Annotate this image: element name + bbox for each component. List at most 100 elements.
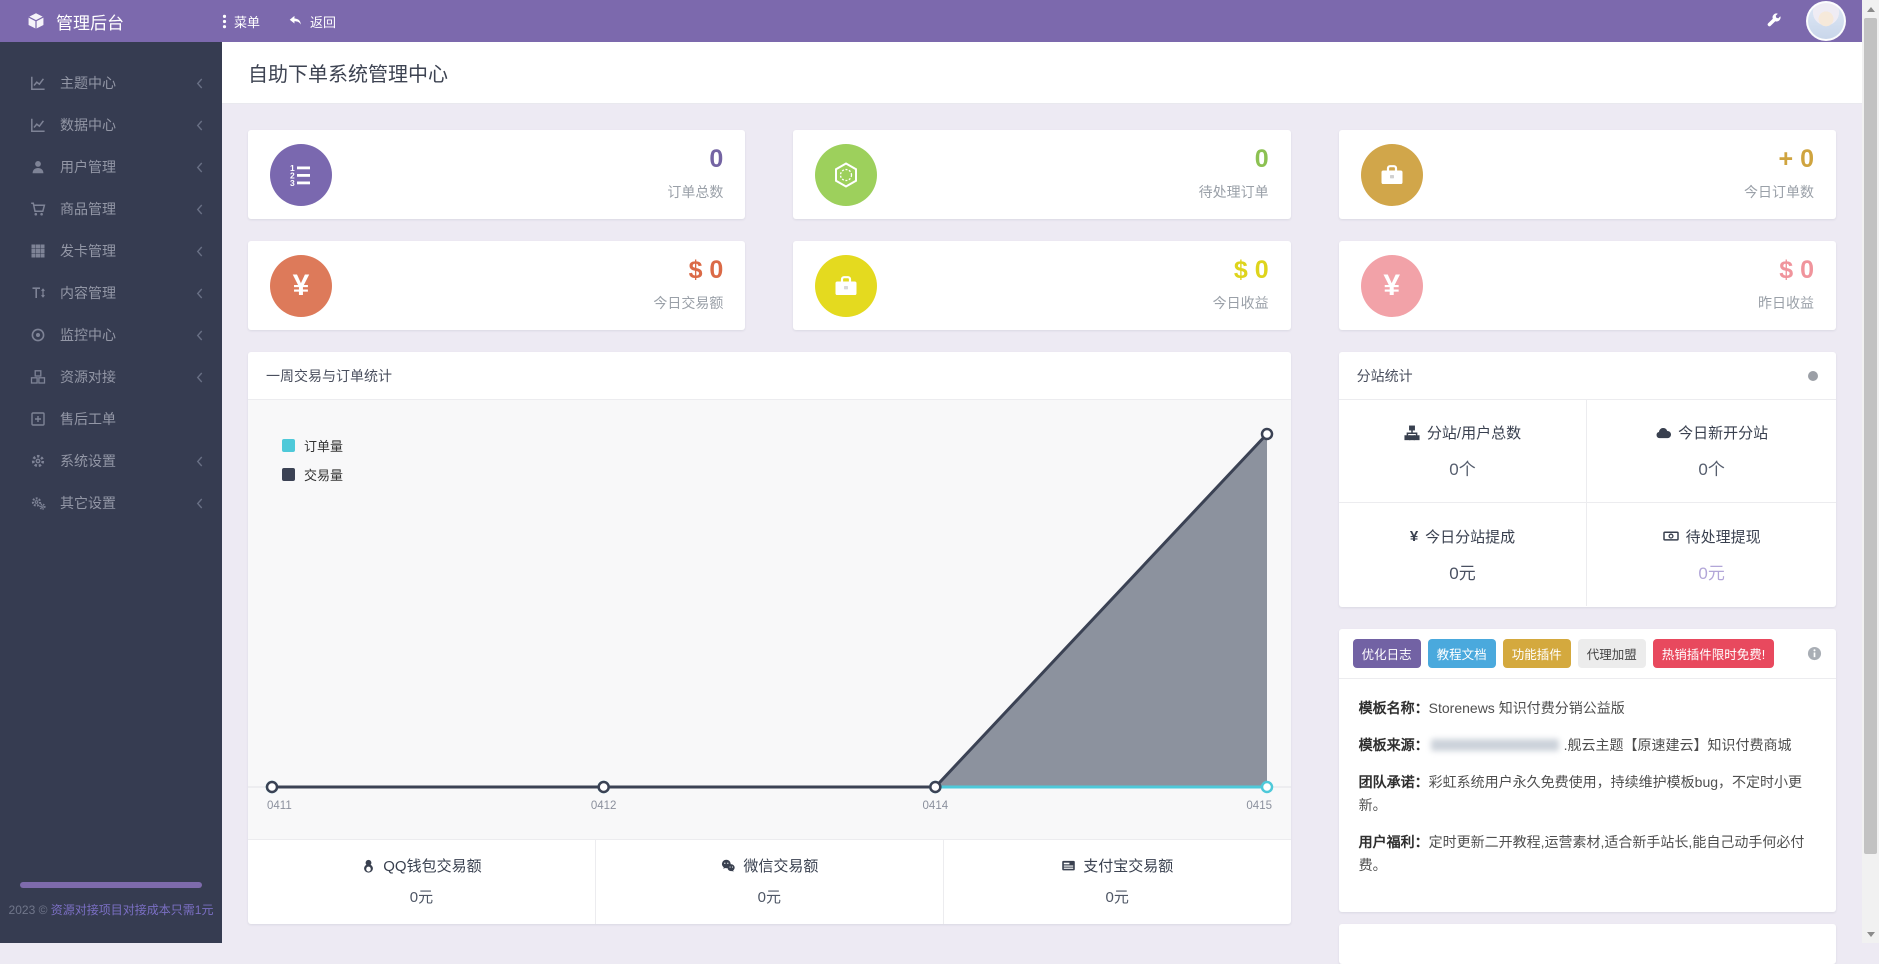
sidebar-item-aftersale-ticket[interactable]: 售后工单	[0, 398, 222, 440]
back-label: 返回	[310, 12, 336, 31]
stat-value: $ 0	[1758, 258, 1814, 283]
sidebar-item-label: 内容管理	[60, 283, 116, 303]
gear-icon	[30, 453, 47, 469]
sidebar-item-system-settings[interactable]: 系统设置	[0, 440, 222, 482]
line-chart-icon	[30, 117, 47, 133]
sidebar-item-product-management[interactable]: 商品管理	[0, 188, 222, 230]
main-content: 自助下单系统管理中心 123 0 订单总数 0 待处理订单	[222, 42, 1862, 943]
chart-card-header: 一周交易与订单统计	[248, 352, 1291, 400]
info-text: Storenews 知识付费分销公益版	[1429, 700, 1625, 716]
back-button[interactable]: 返回	[288, 12, 336, 31]
sidebar-item-card-management[interactable]: 发卡管理	[0, 230, 222, 272]
menu-toggle[interactable]: 菜单	[222, 12, 260, 31]
text-height-icon	[30, 285, 47, 301]
grid-icon	[30, 243, 47, 259]
reply-arrow-icon	[288, 14, 303, 28]
menu-label: 菜单	[234, 12, 260, 31]
legend-item-volume[interactable]: 交易量	[282, 465, 343, 484]
brand[interactable]: 管理后台	[0, 9, 222, 34]
app-title: 管理后台	[56, 9, 124, 34]
weekly-chart-card: 一周交易与订单统计 订单量 交易量 0411041204140415 QQ钱包交…	[248, 352, 1291, 924]
chevron-left-icon	[195, 245, 204, 258]
gears-icon	[30, 495, 47, 511]
stat-card-pending-orders: 0 待处理订单	[793, 130, 1290, 219]
chevron-left-icon	[195, 497, 204, 510]
sidebar-item-theme-center[interactable]: 主题中心	[0, 62, 222, 104]
sidebar-item-data-center[interactable]: 数据中心	[0, 104, 222, 146]
qq-wallet-cell: QQ钱包交易额 0元	[248, 840, 595, 924]
substation-cell-new-sites: 今日新开分站 0个	[1587, 400, 1836, 503]
page-title-bar: 自助下单系统管理中心	[222, 42, 1862, 104]
badge-agent-join[interactable]: 代理加盟	[1578, 639, 1646, 668]
payment-value: 0元	[596, 886, 943, 907]
wechat-icon	[720, 858, 736, 873]
sidebar-item-content-management[interactable]: 内容管理	[0, 272, 222, 314]
svg-text:0412: 0412	[591, 800, 617, 812]
badge-optimize-log[interactable]: 优化日志	[1353, 639, 1421, 668]
substation-cell-today-commission: ¥今日分站提成 0元	[1339, 503, 1588, 606]
line-chart-icon	[30, 75, 47, 91]
info-text: .舰云主题【原速建云】知识付费商城	[1564, 737, 1792, 753]
substation-panel: 分站统计 分站/用户总数 0个 今日新开分站 0个 ¥今日分站提成 0元	[1339, 352, 1836, 607]
footer-promo-link[interactable]: 资源对接项目对接成本只需1元	[51, 903, 214, 917]
substation-value: 0个	[1449, 455, 1475, 480]
stat-value: $ 0	[653, 258, 723, 283]
team-promise-line: 团队承诺：彩虹系统用户永久免费使用，持续维护模板bug，不定时小更新。	[1359, 771, 1816, 817]
legend-label: 交易量	[304, 465, 343, 484]
alipay-cell: 支付宝交易额 0元	[943, 840, 1291, 924]
info-circle-icon[interactable]	[1807, 646, 1822, 661]
info-label: 模板来源：	[1359, 737, 1429, 753]
legend-item-orders[interactable]: 订单量	[282, 436, 343, 455]
status-dot	[1808, 371, 1818, 381]
page-title: 自助下单系统管理中心	[248, 58, 448, 87]
substation-cell-pending-withdraw: 待处理提现 0元	[1587, 503, 1836, 606]
payment-value: 0元	[944, 886, 1291, 907]
stat-value: 0	[667, 147, 723, 172]
sidebar-item-monitor-center[interactable]: 监控中心	[0, 314, 222, 356]
cart-icon	[30, 201, 47, 217]
svg-text:0411: 0411	[267, 800, 292, 812]
list-ol-icon: 123	[270, 144, 332, 206]
sidebar-item-other-settings[interactable]: 其它设置	[0, 482, 222, 524]
legend-swatch-volume	[282, 468, 295, 481]
substation-label: 今日分站提成	[1425, 526, 1515, 547]
sidebar-item-resource-link[interactable]: 资源对接	[0, 356, 222, 398]
substation-label: 今日新开分站	[1678, 422, 1768, 443]
settings-wrench-button[interactable]	[1766, 13, 1782, 29]
badge-tutorial-docs[interactable]: 教程文档	[1428, 639, 1496, 668]
stat-label: 昨日收益	[1758, 293, 1814, 313]
substation-title: 分站统计	[1357, 366, 1413, 386]
sidebar-item-label: 系统设置	[60, 451, 116, 471]
stat-value: 0	[1199, 147, 1269, 172]
sidebar-item-user-management[interactable]: 用户管理	[0, 146, 222, 188]
payment-label: QQ钱包交易额	[383, 855, 481, 876]
page-scrollbar[interactable]	[1862, 0, 1879, 943]
sitemap-icon	[1404, 425, 1420, 441]
sidebar-footer: 2023 © 资源对接项目对接成本只需1元	[0, 882, 222, 921]
stat-card-today-volume: ¥ $ 0 今日交易额	[248, 241, 745, 330]
scrollbar-thumb[interactable]	[1864, 18, 1877, 854]
badge-row: 优化日志 教程文档 功能插件 代理加盟 热销插件限时免费!	[1339, 629, 1836, 679]
stat-card-today-orders: + 0 今日订单数	[1339, 130, 1836, 219]
chevron-left-icon	[195, 77, 204, 90]
stat-value: $ 0	[1213, 258, 1269, 283]
stat-card-total-orders: 123 0 订单总数	[248, 130, 745, 219]
scrollbar-down-arrow[interactable]	[1862, 926, 1879, 942]
substation-cell-total-sites: 分站/用户总数 0个	[1339, 400, 1588, 503]
dots-vertical-icon	[222, 14, 227, 29]
user-avatar[interactable]	[1806, 1, 1846, 41]
badge-feature-plugins[interactable]: 功能插件	[1503, 639, 1571, 668]
topbar: 管理后台 菜单 返回	[0, 0, 1862, 42]
badge-hot-plugins-free[interactable]: 热销插件限时免费!	[1653, 639, 1774, 668]
legend-label: 订单量	[304, 436, 343, 455]
yen-icon: ¥	[1361, 255, 1423, 317]
chevron-left-icon	[195, 203, 204, 216]
payment-value: 0元	[248, 886, 595, 907]
chevron-left-icon	[195, 119, 204, 132]
substation-value: 0元	[1698, 559, 1724, 584]
scrollbar-up-arrow[interactable]	[1862, 1, 1879, 17]
stat-label: 今日交易额	[653, 293, 723, 313]
stat-label: 订单总数	[667, 182, 723, 202]
sidebar-footer-divider	[20, 882, 202, 888]
info-label: 用户福利：	[1359, 834, 1429, 850]
